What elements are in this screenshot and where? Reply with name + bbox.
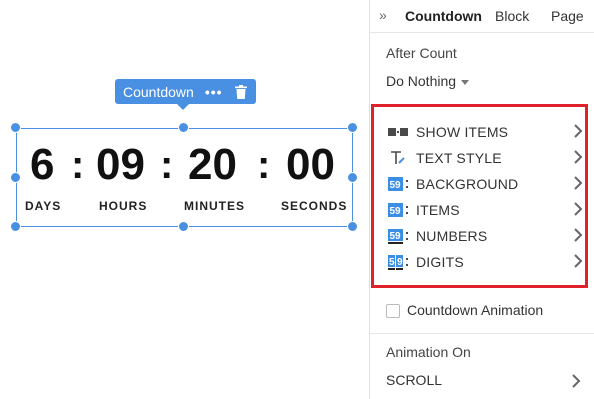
resize-handle-top-center[interactable] bbox=[178, 122, 189, 133]
numbers-icon: 59 bbox=[388, 228, 412, 244]
chevron-right-icon bbox=[570, 372, 582, 390]
resize-handle-bottom-center[interactable] bbox=[178, 221, 189, 232]
svg-text:5: 5 bbox=[389, 257, 395, 268]
countdown-minutes-value: 20 bbox=[188, 140, 237, 189]
svg-text:59: 59 bbox=[390, 206, 402, 217]
chevron-right-icon bbox=[572, 200, 584, 218]
menu-item-label: NUMBERS bbox=[416, 228, 488, 244]
countdown-hours-value: 09 bbox=[96, 140, 145, 189]
countdown-separator: : bbox=[160, 143, 174, 187]
chevron-right-icon bbox=[572, 174, 584, 192]
menu-item-label: SHOW ITEMS bbox=[416, 124, 509, 140]
countdown-digits: 6 : 09 : 20 : 00 bbox=[0, 140, 370, 190]
editor-canvas: Countdown ••• 6 : 09 : 20 : 00 DAYS HOUR… bbox=[0, 0, 370, 399]
chevron-right-icon bbox=[572, 226, 584, 244]
tab-block[interactable]: Block bbox=[495, 8, 529, 24]
chevron-right-icon bbox=[572, 148, 584, 166]
animation-on-label: Animation On bbox=[386, 344, 471, 360]
chevron-right-icon bbox=[572, 122, 584, 140]
resize-handle-top-right[interactable] bbox=[347, 122, 358, 133]
menu-item-show-items[interactable]: SHOW ITEMS bbox=[388, 122, 584, 142]
more-options-icon[interactable]: ••• bbox=[205, 85, 223, 99]
text-style-icon bbox=[388, 150, 412, 166]
animation-on-select[interactable]: SCROLL bbox=[386, 372, 582, 390]
countdown-separator: : bbox=[71, 143, 85, 187]
menu-item-background[interactable]: 59 BACKGROUND bbox=[388, 174, 584, 194]
menu-item-label: BACKGROUND bbox=[416, 176, 519, 192]
countdown-animation-label[interactable]: Countdown Animation bbox=[407, 302, 543, 318]
resize-handle-bottom-right[interactable] bbox=[347, 221, 358, 232]
after-count-label: After Count bbox=[386, 45, 457, 61]
countdown-days-label: DAYS bbox=[25, 199, 62, 213]
tab-countdown[interactable]: Countdown bbox=[405, 8, 482, 24]
resize-handle-bottom-left[interactable] bbox=[10, 221, 21, 232]
countdown-hours-label: HOURS bbox=[99, 199, 148, 213]
menu-item-text-style[interactable]: TEXT STYLE bbox=[388, 148, 584, 168]
countdown-seconds-value: 00 bbox=[286, 140, 335, 189]
after-count-dropdown[interactable]: Do Nothing bbox=[386, 73, 470, 89]
menu-item-items[interactable]: 59 ITEMS bbox=[388, 200, 584, 220]
trash-icon[interactable] bbox=[234, 84, 247, 99]
panel-tabs: » Countdown Block Page bbox=[370, 0, 594, 33]
countdown-days-value: 6 bbox=[30, 140, 55, 189]
tab-page[interactable]: Page bbox=[551, 8, 584, 24]
settings-panel: » Countdown Block Page After Count Do No… bbox=[369, 0, 594, 399]
toolbar-title[interactable]: Countdown bbox=[123, 84, 194, 100]
resize-handle-top-left[interactable] bbox=[10, 122, 21, 133]
menu-item-label: TEXT STYLE bbox=[416, 150, 502, 166]
menu-item-label: ITEMS bbox=[416, 202, 460, 218]
animation-on-value: SCROLL bbox=[386, 372, 443, 388]
menu-item-numbers[interactable]: 59 NUMBERS bbox=[388, 226, 584, 246]
svg-text:59: 59 bbox=[390, 180, 402, 191]
show-items-icon bbox=[388, 124, 412, 140]
countdown-seconds-label: SECONDS bbox=[281, 199, 348, 213]
svg-text:9: 9 bbox=[397, 257, 403, 268]
svg-text:59: 59 bbox=[390, 231, 402, 242]
digits-icon: 5 9 bbox=[388, 254, 412, 270]
chevron-right-icon bbox=[572, 252, 584, 270]
collapse-panel-icon[interactable]: » bbox=[379, 7, 387, 23]
after-count-value: Do Nothing bbox=[386, 73, 457, 89]
items-icon: 59 bbox=[388, 202, 412, 218]
countdown-minutes-label: MINUTES bbox=[184, 199, 245, 213]
countdown-separator: : bbox=[257, 143, 271, 187]
chevron-down-icon bbox=[461, 79, 470, 85]
element-toolbar: Countdown ••• bbox=[115, 79, 256, 110]
countdown-animation-checkbox[interactable] bbox=[386, 304, 400, 318]
menu-item-label: DIGITS bbox=[416, 254, 464, 270]
background-icon: 59 bbox=[388, 176, 412, 192]
divider bbox=[370, 333, 594, 334]
menu-item-digits[interactable]: 5 9 DIGITS bbox=[388, 252, 584, 272]
